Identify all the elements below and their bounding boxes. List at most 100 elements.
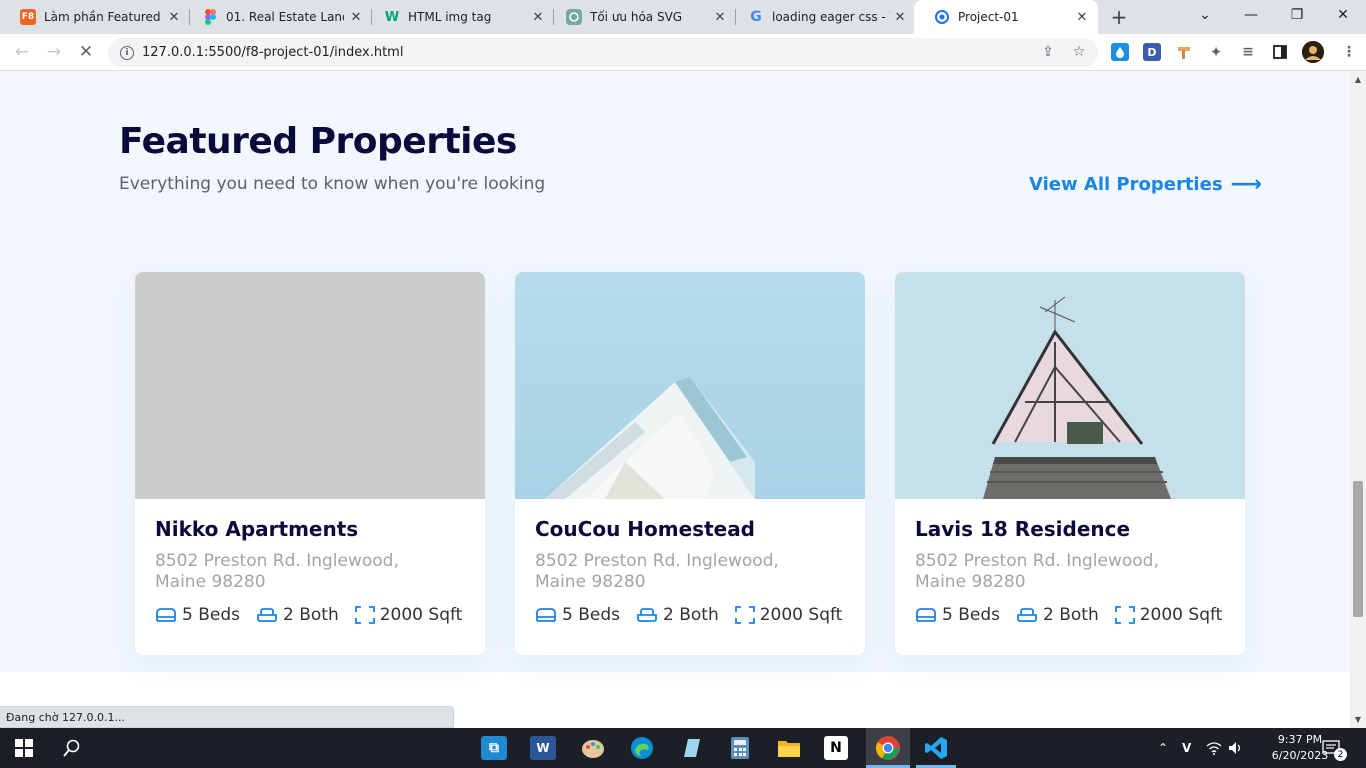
hammer-extension-icon[interactable] (1175, 43, 1193, 61)
clock-date: 6/20/2023 (1271, 749, 1329, 762)
wifi-icon[interactable] (1206, 728, 1222, 768)
bath-icon (1017, 608, 1037, 622)
side-panel-icon[interactable] (1271, 43, 1289, 61)
bookmark-star-icon[interactable]: ☆ (1071, 44, 1087, 60)
close-tab-icon[interactable]: ✕ (530, 9, 546, 25)
tray-app-icon[interactable]: V (1182, 728, 1191, 768)
remote-desktop-icon[interactable]: ⧉ (481, 736, 507, 760)
property-name[interactable]: CouCou Homestead (535, 517, 845, 541)
scroll-down-arrow-icon[interactable]: ▼ (1353, 714, 1363, 724)
system-clock[interactable]: 9:37 PM 6/20/2023 (1270, 732, 1330, 764)
bath-icon (257, 608, 277, 622)
area-feature: 2000 Sqft (1114, 605, 1223, 625)
reading-list-icon[interactable]: ≡ (1239, 43, 1257, 61)
beds-feature: 5 Beds (915, 605, 1000, 625)
property-address: 8502 Preston Rd. Inglewood, Maine 98280 (535, 551, 779, 592)
property-image-tudor-house (895, 272, 1245, 499)
close-tab-icon[interactable]: ✕ (348, 9, 364, 25)
property-card[interactable]: Nikko Apartments 8502 Preston Rd. Inglew… (135, 272, 485, 655)
tab-search-chevron-icon[interactable]: ⌄ (1182, 0, 1228, 30)
area-value: 2000 Sqft (379, 605, 463, 625)
browser-menu-icon[interactable]: ⋮ (1340, 43, 1358, 61)
chrome-icon[interactable] (874, 734, 902, 762)
beds-value: 5 Beds (182, 605, 240, 625)
area-feature: 2000 Sqft (354, 605, 463, 625)
edge-browser-icon[interactable] (628, 734, 656, 762)
featured-section: Featured Properties Everything you need … (0, 71, 1350, 672)
browser-tab-strip: F8 Làm phần Featured #1 ✕ 01. Real Estat… (0, 0, 1366, 34)
page-scrollbar[interactable]: ▲ ▼ (1350, 71, 1366, 728)
close-window-icon[interactable]: ✕ (1320, 0, 1366, 30)
tab-3[interactable]: Tối ưu hóa SVG ✕ (546, 0, 736, 34)
close-tab-icon[interactable]: ✕ (892, 9, 908, 25)
clock-time: 9:37 PM (1277, 733, 1323, 746)
stop-loading-icon[interactable]: ✕ (74, 40, 98, 64)
forward-arrow-icon[interactable]: → (42, 40, 66, 64)
windows-start-icon[interactable] (10, 734, 38, 762)
close-tab-icon[interactable]: ✕ (166, 9, 182, 25)
new-tab-icon[interactable]: + (1108, 5, 1130, 29)
page-viewport: Featured Properties Everything you need … (0, 71, 1350, 728)
scroll-up-arrow-icon[interactable]: ▲ (1353, 74, 1363, 84)
chatgpt-favicon-icon (566, 9, 582, 25)
baths-feature: 2 Both (636, 605, 719, 625)
property-image-modern-building (515, 272, 865, 499)
tray-chevron-icon[interactable]: ⌃ (1158, 728, 1168, 768)
area-value: 2000 Sqft (759, 605, 843, 625)
tab-title: Project-01 (958, 10, 1019, 24)
area-expand-icon (734, 606, 755, 624)
site-info-icon[interactable]: i (120, 45, 134, 60)
area-feature: 2000 Sqft (734, 605, 843, 625)
profile-avatar[interactable] (1302, 41, 1324, 63)
w3schools-favicon-icon: W (384, 9, 400, 25)
property-name[interactable]: Nikko Apartments (155, 517, 465, 541)
restore-icon[interactable]: ❐ (1274, 0, 1320, 30)
paint-icon[interactable] (579, 734, 607, 762)
notion-icon[interactable]: N (824, 736, 848, 760)
baths-feature: 2 Both (256, 605, 339, 625)
bed-icon (156, 608, 176, 622)
figma-favicon-icon (202, 9, 218, 25)
tab-5-active[interactable]: Project-01 ✕ (914, 0, 1098, 34)
view-all-properties-link[interactable]: View All Properties ⟶ (1029, 171, 1263, 197)
browser-toolbar: ← → ✕ i 127.0.0.1:5500/f8-project-01/ind… (0, 34, 1366, 71)
vscode-icon[interactable] (922, 734, 950, 762)
minimize-icon[interactable]: — (1228, 0, 1274, 30)
baths-value: 2 Both (1043, 605, 1099, 625)
word-icon[interactable]: W (530, 736, 556, 760)
notepad-icon[interactable] (677, 734, 705, 762)
right-arrow-icon: ⟶ (1230, 171, 1263, 197)
bed-icon (536, 608, 556, 622)
close-tab-icon[interactable]: ✕ (712, 9, 728, 25)
section-title: Featured Properties (119, 121, 517, 162)
baths-value: 2 Both (663, 605, 719, 625)
d-extension-icon[interactable]: D (1143, 43, 1161, 61)
extensions-puzzle-icon[interactable]: ✦ (1207, 43, 1225, 61)
property-card[interactable]: CouCou Homestead 8502 Preston Rd. Inglew… (515, 272, 865, 655)
drop-extension-icon[interactable] (1111, 43, 1129, 61)
search-icon[interactable] (58, 734, 86, 762)
tab-0[interactable]: F8 Làm phần Featured #1 ✕ (0, 0, 190, 34)
url-text[interactable]: 127.0.0.1:5500/f8-project-01/index.html (142, 45, 403, 60)
windows-taskbar: ⧉ W N ⌃ V 9:37 PM 6/20/2023 2 (0, 728, 1366, 768)
tab-1[interactable]: 01. Real Estate Landing ✕ (182, 0, 372, 34)
file-explorer-icon[interactable] (775, 734, 803, 762)
address-bar[interactable]: i 127.0.0.1:5500/f8-project-01/index.htm… (108, 38, 1098, 67)
tab-2[interactable]: W HTML img tag ✕ (364, 0, 554, 34)
beds-value: 5 Beds (562, 605, 620, 625)
tab-4[interactable]: G loading eager css - Tìm ✕ (728, 0, 916, 34)
volume-icon[interactable] (1228, 728, 1244, 768)
close-tab-icon[interactable]: ✕ (1074, 9, 1090, 25)
property-card[interactable]: Lavis 18 Residence 8502 Preston Rd. Ingl… (895, 272, 1245, 655)
property-name[interactable]: Lavis 18 Residence (915, 517, 1225, 541)
notification-center-icon[interactable]: 2 (1322, 728, 1347, 768)
beds-value: 5 Beds (942, 605, 1000, 625)
back-arrow-icon[interactable]: ← (10, 40, 34, 64)
scrollbar-thumb[interactable] (1353, 481, 1363, 617)
bed-icon (916, 608, 936, 622)
property-address: 8502 Preston Rd. Inglewood, Maine 98280 (155, 551, 399, 592)
share-icon[interactable]: ⇪ (1040, 44, 1056, 60)
area-value: 2000 Sqft (1139, 605, 1223, 625)
property-address: 8502 Preston Rd. Inglewood, Maine 98280 (915, 551, 1159, 592)
calculator-icon[interactable] (726, 734, 754, 762)
